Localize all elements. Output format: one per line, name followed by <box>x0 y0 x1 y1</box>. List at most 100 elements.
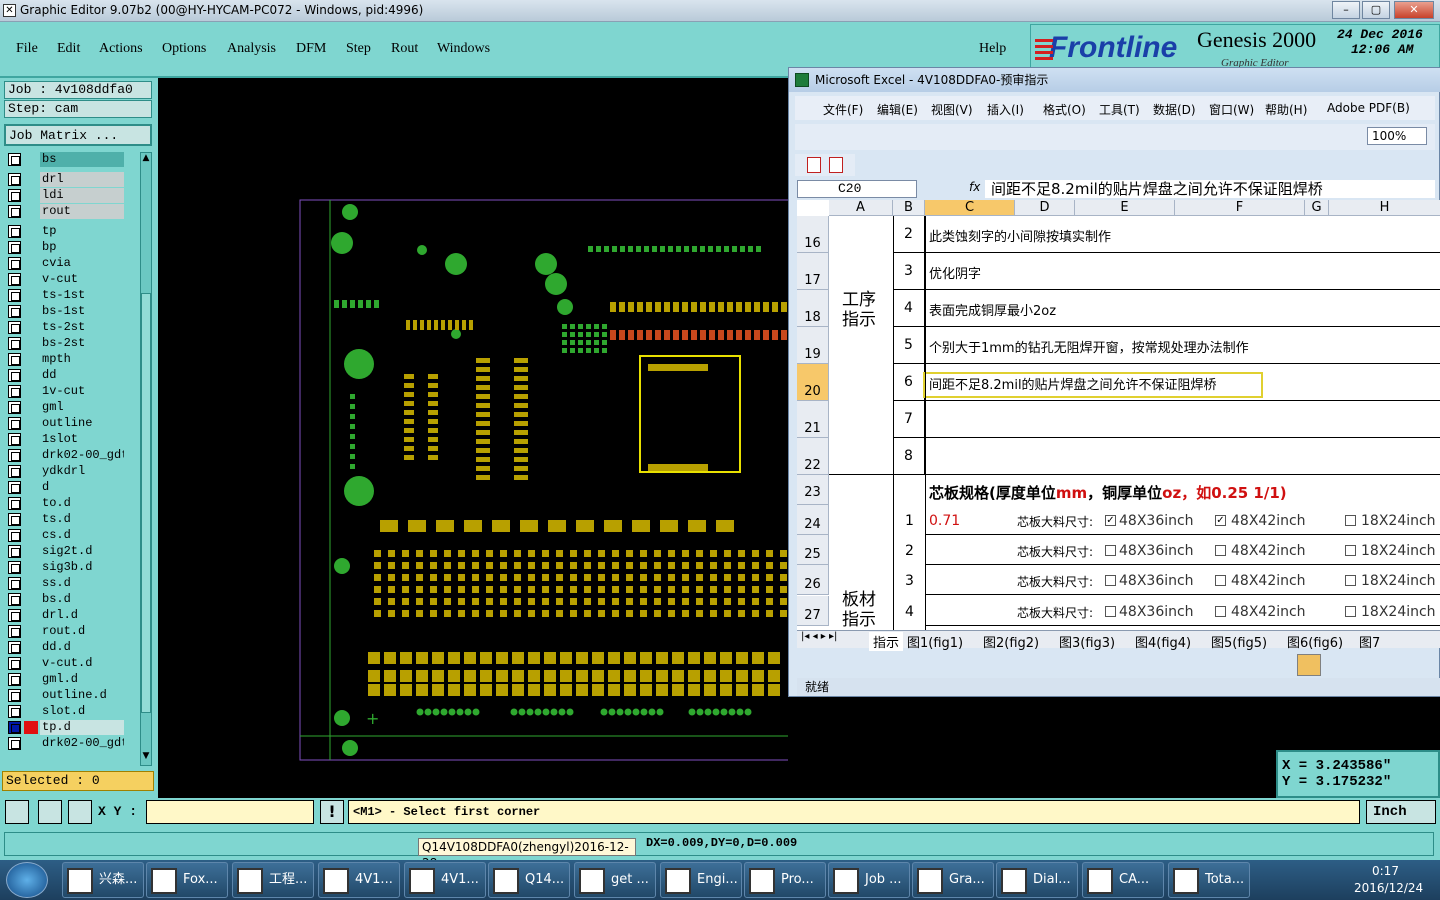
excel-menu-item[interactable]: 编辑(E) <box>877 101 918 118</box>
row-header[interactable]: 16 <box>797 216 829 253</box>
layer-checkbox[interactable] <box>8 497 21 510</box>
option-48x36[interactable]: 48X36inch <box>1119 543 1194 559</box>
scroll-up-icon[interactable]: ▲ <box>141 153 151 165</box>
row-header[interactable]: 17 <box>797 253 829 290</box>
column-header[interactable]: B <box>893 200 925 216</box>
layer-checkbox[interactable] <box>8 689 21 702</box>
column-header[interactable]: G <box>1305 200 1329 216</box>
layer-row[interactable]: to.d <box>6 496 124 511</box>
menu-actions[interactable]: Actions <box>99 41 143 57</box>
sheet-tab[interactable]: 图2(fig2) <box>983 632 1039 651</box>
layer-checkbox[interactable] <box>8 305 21 318</box>
cell-index[interactable]: 2 <box>905 543 914 559</box>
sheet-tab[interactable]: 图5(fig5) <box>1211 632 1267 651</box>
menu-windows[interactable]: Windows <box>437 41 490 57</box>
option-48x36[interactable]: 48X36inch <box>1119 604 1194 620</box>
layer-checkbox[interactable] <box>8 417 21 430</box>
layer-checkbox[interactable] <box>8 513 21 526</box>
cell-instruction[interactable]: 此类蚀刻字的小间隙按填实制作 <box>929 226 1437 245</box>
option-18x24[interactable]: 18X24inch <box>1361 604 1436 620</box>
layer-row[interactable]: v-cut.d <box>6 656 124 671</box>
layer-row[interactable]: 1slot <box>6 432 124 447</box>
option-48x42[interactable]: 48X42inch <box>1231 543 1306 559</box>
excel-menu-item[interactable]: 插入(I) <box>987 101 1024 118</box>
layer-checkbox[interactable] <box>8 449 21 462</box>
checkbox[interactable] <box>1215 575 1226 586</box>
layer-row[interactable]: cvia <box>6 256 124 271</box>
zoom-area-icon[interactable] <box>5 800 29 824</box>
checkbox[interactable] <box>1345 575 1356 586</box>
cell-index[interactable]: 4 <box>893 290 925 327</box>
layer-row[interactable]: d <box>6 480 124 495</box>
layer-checkbox[interactable] <box>8 529 21 542</box>
row-header[interactable]: 19 <box>797 327 829 364</box>
excel-menu-item[interactable]: 视图(V) <box>931 101 973 118</box>
layer-row[interactable]: drk02-00_gdt <box>6 736 124 751</box>
layer-checkbox[interactable] <box>8 433 21 446</box>
layer-row[interactable]: ldi <box>6 188 124 203</box>
cell-instruction[interactable] <box>929 411 1437 429</box>
task-button[interactable]: CA... <box>1082 862 1164 898</box>
option-48x36[interactable]: 48X36inch <box>1119 513 1194 529</box>
maximize-button[interactable]: ▢ <box>1362 1 1390 19</box>
layer-checkbox[interactable] <box>8 705 21 718</box>
layer-row[interactable]: v-cut <box>6 272 124 287</box>
cell-instruction[interactable]: 个别大于1mm的钻孔无阻焊开窗，按常规处理办法制作 <box>929 337 1437 356</box>
close-button[interactable]: ✕ <box>1394 1 1434 19</box>
sheet-tab[interactable]: 图4(fig4) <box>1135 632 1191 651</box>
layer-row[interactable]: outline.d <box>6 688 124 703</box>
task-button[interactable]: 4V1... <box>318 862 400 898</box>
unit-select[interactable]: Inch <box>1366 800 1436 824</box>
layer-checkbox[interactable] <box>8 289 21 302</box>
draw-icon[interactable] <box>38 800 62 824</box>
cell-index[interactable]: 1 <box>905 513 914 529</box>
cell-index[interactable]: 3 <box>905 573 914 589</box>
pdf-icon[interactable] <box>807 157 821 173</box>
layer-checkbox[interactable] <box>8 657 21 670</box>
layer-row[interactable]: drl <box>6 172 124 187</box>
menu-step[interactable]: Step <box>346 41 371 57</box>
spreadsheet-grid[interactable]: A B C D E F G H 16 2 此类蚀刻字的小间隙按填实制作 17 3 优化阴字 18 4 表面完成铜… <box>797 200 1440 630</box>
checkbox[interactable] <box>1345 515 1356 526</box>
layer-row[interactable]: bs <box>6 152 124 167</box>
row-header[interactable]: 22 <box>797 438 829 475</box>
checkbox[interactable] <box>1105 606 1116 617</box>
menu-file[interactable]: File <box>16 41 38 57</box>
cell-index[interactable]: 8 <box>893 438 925 475</box>
column-header[interactable]: D <box>1015 200 1075 216</box>
graphics-canvas[interactable]: + <box>158 78 788 800</box>
layer-row[interactable]: tp.d <box>6 720 124 735</box>
clock-time[interactable]: 0:17 <box>1372 864 1399 878</box>
cell-index[interactable]: 4 <box>905 604 914 620</box>
option-48x42[interactable]: 48X42inch <box>1231 513 1306 529</box>
layer-scrollbar[interactable]: ▲ ▼ <box>140 152 152 766</box>
layer-checkbox[interactable] <box>8 257 21 270</box>
zoom-box[interactable]: 100% <box>1367 127 1427 145</box>
checkbox[interactable] <box>1345 606 1356 617</box>
group-label-process[interactable]: 工序指示 <box>837 290 881 330</box>
minimize-button[interactable]: – <box>1332 1 1360 19</box>
layer-checkbox[interactable] <box>8 577 21 590</box>
core-thickness[interactable]: 0.71 <box>929 513 960 529</box>
row-header[interactable]: 25 <box>797 535 829 565</box>
excel-menu-item[interactable]: 窗口(W) <box>1209 101 1254 118</box>
core-size-label[interactable]: 芯板大料尺寸: <box>1017 573 1093 590</box>
pdf-icon-2[interactable] <box>829 157 843 173</box>
layer-row[interactable]: ts-1st <box>6 288 124 303</box>
menu-analysis[interactable]: Analysis <box>227 41 276 57</box>
layer-checkbox[interactable] <box>8 385 21 398</box>
layer-row[interactable]: bs-2st <box>6 336 124 351</box>
sheet-tab[interactable]: 图3(fig3) <box>1059 632 1115 651</box>
core-size-label[interactable]: 芯板大料尺寸: <box>1017 513 1093 530</box>
layer-checkbox[interactable] <box>8 321 21 334</box>
sheet-tab[interactable]: 指示 <box>869 632 904 651</box>
menu-edit[interactable]: Edit <box>57 41 80 57</box>
checkbox[interactable]: ✓ <box>1105 515 1116 526</box>
layer-row[interactable]: sig2t.d <box>6 544 124 559</box>
cell-index[interactable]: 5 <box>893 327 925 364</box>
layer-row[interactable]: gml.d <box>6 672 124 687</box>
selected-cell[interactable] <box>923 372 1263 398</box>
checkbox[interactable]: ✓ <box>1215 515 1226 526</box>
column-header[interactable]: A <box>829 200 893 216</box>
checkbox[interactable] <box>1215 545 1226 556</box>
